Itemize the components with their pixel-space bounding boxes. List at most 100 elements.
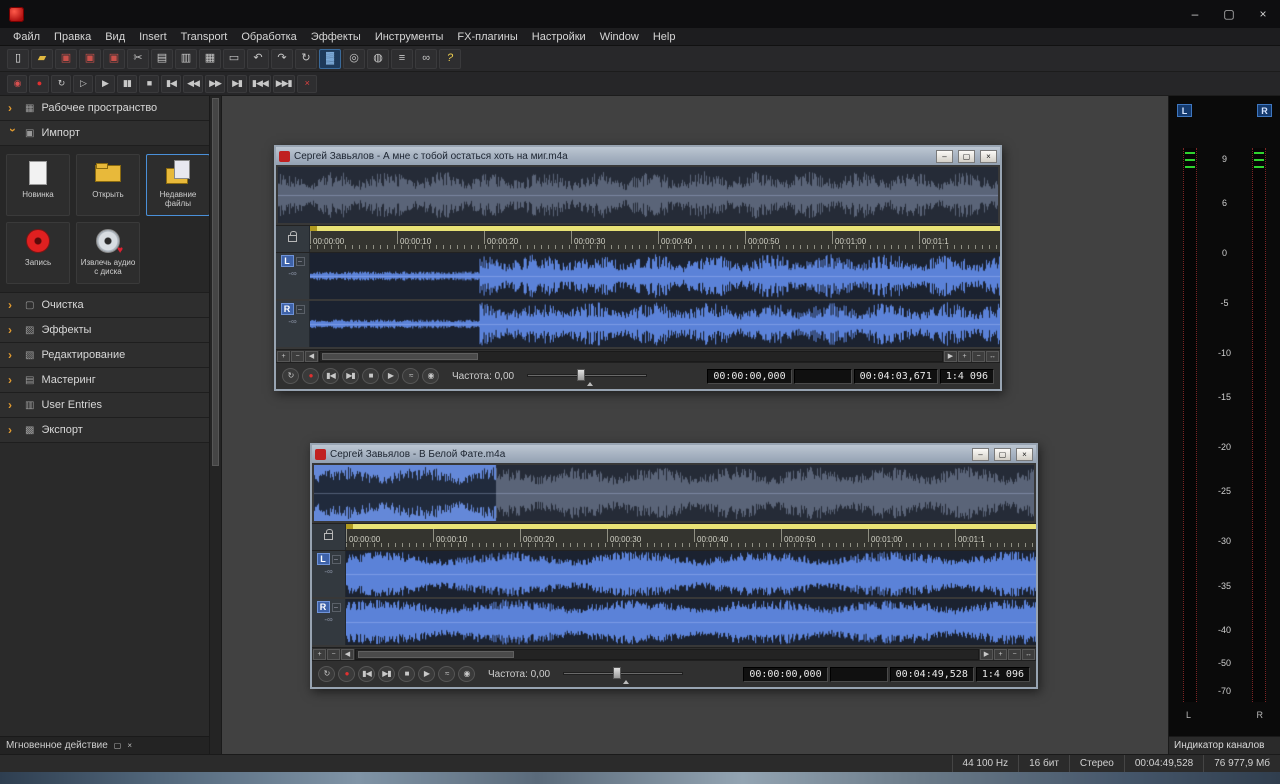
playbar[interactable] xyxy=(310,226,1000,231)
record-icon[interactable]: ● xyxy=(29,75,49,93)
forward-icon[interactable]: ▶▶ xyxy=(205,75,225,93)
loop-playback-icon[interactable]: ↻ xyxy=(282,368,299,384)
stop-icon[interactable]: ■ xyxy=(139,75,159,93)
stop-icon[interactable]: ■ xyxy=(398,666,415,682)
scrub-icon[interactable]: ≈ xyxy=(402,368,419,384)
scrollbar-button[interactable]: − xyxy=(291,351,304,362)
cursor-marker[interactable] xyxy=(346,524,353,529)
scrollbar-button[interactable]: ↔ xyxy=(986,351,999,362)
scrollbar-thumb[interactable] xyxy=(322,353,478,360)
menu-item[interactable]: Вид xyxy=(98,30,132,44)
lock-icon[interactable] xyxy=(324,533,333,540)
slider-thumb[interactable] xyxy=(577,369,585,381)
loop-playback-icon[interactable]: ↻ xyxy=(318,666,335,682)
menu-item[interactable]: Правка xyxy=(47,30,98,44)
sidebar-item-user-entries[interactable]: › ▥ User Entries xyxy=(0,393,209,418)
channel-right-waveform[interactable] xyxy=(346,599,1036,645)
slider-thumb[interactable] xyxy=(613,667,621,679)
channel-left-badge[interactable]: L xyxy=(317,553,330,565)
scrollbar-button[interactable]: + xyxy=(958,351,971,362)
record-remote-icon[interactable]: ◉ xyxy=(7,75,27,93)
scrollbar-button[interactable]: ▶ xyxy=(980,649,993,660)
go-to-start-icon[interactable]: ▮◀ xyxy=(161,75,181,93)
menu-item[interactable]: Инструменты xyxy=(368,30,451,44)
scrollbar-track[interactable] xyxy=(319,351,943,362)
play-icon[interactable]: ▶ xyxy=(382,368,399,384)
scrollbar-button[interactable]: − xyxy=(327,649,340,660)
go-to-start-icon[interactable]: ▮◀ xyxy=(322,368,339,384)
play-icon[interactable]: ▶ xyxy=(418,666,435,682)
paste-icon[interactable]: ▥ xyxy=(175,49,197,69)
scrollbar-button[interactable]: ◀ xyxy=(305,351,318,362)
document-window-2[interactable]: Сергей Завьялов - В Белой Фате.m4a – ▢ ×… xyxy=(310,443,1038,689)
jump-end-icon[interactable]: ▶▶▮ xyxy=(273,75,295,93)
close-button[interactable]: × xyxy=(1246,0,1280,28)
spectrum-icon[interactable]: ▓ xyxy=(319,49,341,69)
restore-panel-icon[interactable]: ▢ xyxy=(114,741,122,750)
record-icon[interactable]: ● xyxy=(338,666,355,682)
menu-item[interactable]: Window xyxy=(593,30,646,44)
menu-item[interactable]: Обработка xyxy=(234,30,303,44)
scrollbar-button[interactable]: − xyxy=(1008,649,1021,660)
channel-left-badge[interactable]: L xyxy=(281,255,294,267)
sidebar-item-export[interactable]: › ▩ Экспорт xyxy=(0,418,209,443)
go-to-start-icon[interactable]: ▮◀ xyxy=(358,666,375,682)
playback-speed-slider[interactable] xyxy=(527,369,647,383)
repeat-icon[interactable]: ↻ xyxy=(295,49,317,69)
loop-playback-icon[interactable]: ↻ xyxy=(51,75,71,93)
scrollbar-thumb[interactable] xyxy=(212,98,219,466)
scrollbar-button[interactable]: + xyxy=(277,351,290,362)
meters-caption[interactable]: Индикатор каналов xyxy=(1169,736,1280,754)
menu-item[interactable]: Настройки xyxy=(525,30,593,44)
sidebar-item-mastering[interactable]: › ▤ Мастеринг xyxy=(0,368,209,393)
scrollbar-button[interactable]: ◀ xyxy=(341,649,354,660)
save-as-icon[interactable]: ▣ xyxy=(103,49,125,69)
sidebar-scrollbar[interactable] xyxy=(210,96,222,754)
stop-icon[interactable]: ■ xyxy=(362,368,379,384)
cut-icon[interactable]: ✂ xyxy=(127,49,149,69)
menu-item[interactable]: Help xyxy=(646,30,683,44)
channel-left-waveform[interactable] xyxy=(310,253,1000,299)
redo-icon[interactable]: ↷ xyxy=(271,49,293,69)
channel-collapse-button[interactable]: – xyxy=(332,555,341,564)
horizontal-scrollbar[interactable]: +−◀ ▶+−↔ xyxy=(276,349,1000,362)
time-ruler[interactable]: 00:00:0000:00:1000:00:2000:00:3000:00:40… xyxy=(276,225,1000,253)
channel-right-badge[interactable]: R xyxy=(281,303,294,315)
menu-item[interactable]: FX-плагины xyxy=(450,30,524,44)
help-icon[interactable]: ? xyxy=(439,49,461,69)
maximize-button[interactable]: ▢ xyxy=(1212,0,1246,28)
cursor-marker[interactable] xyxy=(310,226,317,231)
jump-start-icon[interactable]: ▮◀◀ xyxy=(249,75,271,93)
channel-right-badge[interactable]: R xyxy=(317,601,330,613)
window-minimize-button[interactable]: – xyxy=(936,150,953,163)
new-icon[interactable]: ▯ xyxy=(7,49,29,69)
save-all-icon[interactable]: ▣ xyxy=(79,49,101,69)
copy-icon[interactable]: ▤ xyxy=(151,49,173,69)
import-tile[interactable]: Извлечь аудио с диска xyxy=(76,222,140,284)
instant-action-tab[interactable]: Мгновенное действие ▢ × xyxy=(0,736,209,754)
import-tile[interactable]: Запись xyxy=(6,222,70,284)
menu-item[interactable]: Transport xyxy=(174,30,235,44)
menu-item[interactable]: Insert xyxy=(132,30,174,44)
save-icon[interactable]: ▣ xyxy=(55,49,77,69)
import-tile[interactable]: Недавние файлы xyxy=(146,154,209,216)
open-icon[interactable]: ▰ xyxy=(31,49,53,69)
sidebar-item-editing[interactable]: › ▧ Редактирование xyxy=(0,343,209,368)
minimize-button[interactable]: – xyxy=(1178,0,1212,28)
window-close-button[interactable]: × xyxy=(1016,448,1033,461)
scrollbar-button[interactable]: ↔ xyxy=(1022,649,1035,660)
sidebar-item-import[interactable]: › ▣ Импорт xyxy=(0,121,209,146)
time-ruler[interactable]: 00:00:0000:00:1000:00:2000:00:3000:00:40… xyxy=(312,523,1036,551)
window-maximize-button[interactable]: ▢ xyxy=(958,150,975,163)
scrollbar-button[interactable]: − xyxy=(972,351,985,362)
pause-icon[interactable]: ▮▮ xyxy=(117,75,137,93)
scrollbar-button[interactable]: ▶ xyxy=(944,351,957,362)
lock-icon[interactable] xyxy=(288,235,297,242)
window-titlebar[interactable]: Сергей Завьялов - А мне с тобой остаться… xyxy=(276,147,1000,165)
scrollbar-button[interactable]: + xyxy=(313,649,326,660)
go-to-end-icon[interactable]: ▶▮ xyxy=(342,368,359,384)
go-to-end-icon[interactable]: ▶▮ xyxy=(378,666,395,682)
chain-icon[interactable]: ∞ xyxy=(415,49,437,69)
import-tile[interactable]: Новинка xyxy=(6,154,70,216)
rewind-icon[interactable]: ◀◀ xyxy=(183,75,203,93)
